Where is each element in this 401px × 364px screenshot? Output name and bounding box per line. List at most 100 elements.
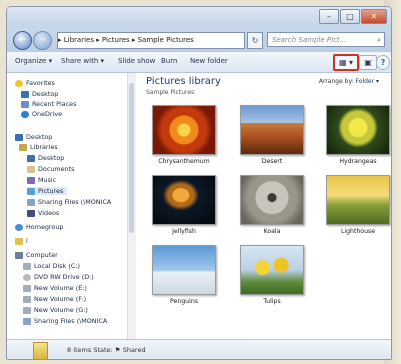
view-icon: ▦ ▾ <box>338 58 354 67</box>
back-arrow-icon: ← <box>18 35 27 45</box>
cloud-icon <box>21 110 29 118</box>
nav-label: Sharing Files (\MONICA <box>34 317 108 325</box>
nav-item-dvd-drive[interactable]: DVD RW Drive (D:) <box>23 273 94 281</box>
nav-item-videos[interactable]: Videos <box>27 209 59 217</box>
refresh-button[interactable]: ↻ <box>247 32 263 49</box>
videos-icon <box>27 209 35 217</box>
file-name: Koala <box>263 228 281 235</box>
file-item[interactable]: Penguins <box>152 245 216 305</box>
nav-label: Computer <box>26 251 58 259</box>
share-with-menu[interactable]: Share with ▾ <box>61 57 104 65</box>
help-button[interactable]: ? <box>376 55 390 70</box>
file-item[interactable]: Desert <box>240 105 304 165</box>
music-icon <box>27 176 35 184</box>
address-bar[interactable]: ▸ Libraries ▸ Pictures ▸ Sample Pictures <box>57 32 245 49</box>
slide-show-button[interactable]: Slide show <box>118 57 155 65</box>
nav-item-lib-desktop[interactable]: Desktop <box>27 154 64 162</box>
organize-menu[interactable]: Organize ▾ <box>15 57 52 65</box>
file-name: Hydrangeas <box>339 158 377 165</box>
nav-item-volume-f[interactable]: New Volume (F:) <box>23 295 86 303</box>
file-item[interactable]: Chrysanthemum <box>152 105 216 165</box>
nav-scrollbar[interactable] <box>127 73 136 339</box>
nav-item-pictures[interactable]: Pictures <box>27 187 68 195</box>
change-view-button[interactable]: ▦ ▾ <box>333 54 359 71</box>
nav-item-libraries[interactable]: Libraries <box>19 143 58 151</box>
close-button[interactable]: ✕ <box>361 9 387 24</box>
nav-item-computer[interactable]: Computer <box>15 251 58 259</box>
nav-label: New Volume (E:) <box>34 284 87 292</box>
command-bar: Organize ▾ Share with ▾ Slide show Burn … <box>7 52 391 73</box>
nav-item-favorites[interactable]: Favorites <box>15 79 55 87</box>
preview-pane-button[interactable]: ▣ <box>359 55 377 70</box>
file-name: Tulips <box>263 298 281 305</box>
nav-label: Local Disk (C:) <box>34 262 80 270</box>
file-item[interactable]: Lighthouse <box>326 175 390 235</box>
library-subtitle: Sample Pictures <box>146 89 195 96</box>
user-folder-icon <box>15 237 23 245</box>
nav-item-recent-places[interactable]: Recent Places <box>21 100 76 108</box>
pictures-icon <box>27 187 35 195</box>
search-icon: ⌕ <box>377 36 381 44</box>
nav-label: New Volume (F:) <box>34 295 87 303</box>
back-button[interactable]: ← <box>13 31 32 50</box>
homegroup-icon <box>15 223 23 231</box>
library-title: Pictures library <box>146 76 221 87</box>
nav-label: Recent Places <box>32 100 77 108</box>
nav-item-documents[interactable]: Documents <box>27 165 74 173</box>
file-item[interactable]: Tulips <box>240 245 304 305</box>
window-controls: – □ ✕ <box>319 9 387 24</box>
nav-item-user[interactable]: l <box>15 237 28 245</box>
nav-item-music[interactable]: Music <box>27 176 56 184</box>
forward-button[interactable]: → <box>33 31 52 50</box>
nav-label: l <box>26 237 28 245</box>
file-item[interactable]: Jellyfish <box>152 175 216 235</box>
nav-item-volume-e[interactable]: New Volume (E:) <box>23 284 87 292</box>
arrange-by: Arrange by: Folder ▾ <box>319 78 379 85</box>
explorer-window: – □ ✕ ← → ▸ Libraries ▸ Pictures ▸ Sampl… <box>6 6 392 360</box>
search-input[interactable]: Search Sample Pict... ⌕ <box>267 32 385 47</box>
minimize-button[interactable]: – <box>319 9 339 24</box>
nav-item-local-disk[interactable]: Local Disk (C:) <box>23 262 80 270</box>
nav-label: Desktop <box>26 133 53 141</box>
nav-item-onedrive[interactable]: OneDrive <box>21 110 62 118</box>
nav-label: New Volume (G:) <box>34 306 88 314</box>
scrollbar-thumb[interactable] <box>129 83 134 233</box>
drive-icon <box>23 306 31 314</box>
recent-places-icon <box>21 100 29 108</box>
nav-item-homegroup[interactable]: Homegroup <box>15 223 63 231</box>
star-icon <box>15 79 23 87</box>
nav-label: DVD RW Drive (D:) <box>34 273 94 281</box>
network-folder-icon <box>23 317 31 325</box>
arrange-by-label: Arrange by: <box>318 78 354 85</box>
help-icon: ? <box>380 58 386 67</box>
address-row: ← → ▸ Libraries ▸ Pictures ▸ Sample Pict… <box>7 28 391 52</box>
file-name: Desert <box>261 158 283 165</box>
nav-item-desktop-root[interactable]: Desktop <box>15 133 52 141</box>
nav-item-desktop[interactable]: Desktop <box>21 90 58 98</box>
new-folder-button[interactable]: New folder <box>190 57 228 65</box>
nav-label: OneDrive <box>32 110 63 118</box>
lighthouse-thumbnail <box>326 175 390 225</box>
preview-pane-icon: ▣ <box>364 58 372 67</box>
nav-item-sharing-files[interactable]: Sharing Files (\MONICA <box>27 198 111 206</box>
navigation-pane: Favorites Desktop Recent Places OneDrive… <box>7 73 136 339</box>
file-item[interactable]: Koala <box>240 175 304 235</box>
burn-button[interactable]: Burn <box>161 57 177 65</box>
file-name: Penguins <box>170 298 198 305</box>
maximize-button[interactable]: □ <box>340 9 360 24</box>
nav-label: Music <box>38 176 57 184</box>
nav-item-volume-g[interactable]: New Volume (G:) <box>23 306 88 314</box>
jellyfish-thumbnail <box>152 175 216 225</box>
computer-icon <box>15 251 23 259</box>
chrysanthemum-thumbnail <box>152 105 216 155</box>
file-item[interactable]: Hydrangeas <box>326 105 390 165</box>
file-name: Jellyfish <box>172 228 196 235</box>
arrange-by-dropdown[interactable]: Folder ▾ <box>356 78 379 85</box>
dvd-icon <box>23 273 31 281</box>
refresh-icon: ↻ <box>251 36 259 45</box>
details-pane: 8 items State: ⚑ Shared <box>7 339 391 359</box>
documents-icon <box>27 165 35 173</box>
file-name: Chrysanthemum <box>158 158 210 165</box>
hydrangeas-thumbnail <box>326 105 390 155</box>
nav-item-sharing-files-2[interactable]: Sharing Files (\MONICA <box>23 317 107 325</box>
